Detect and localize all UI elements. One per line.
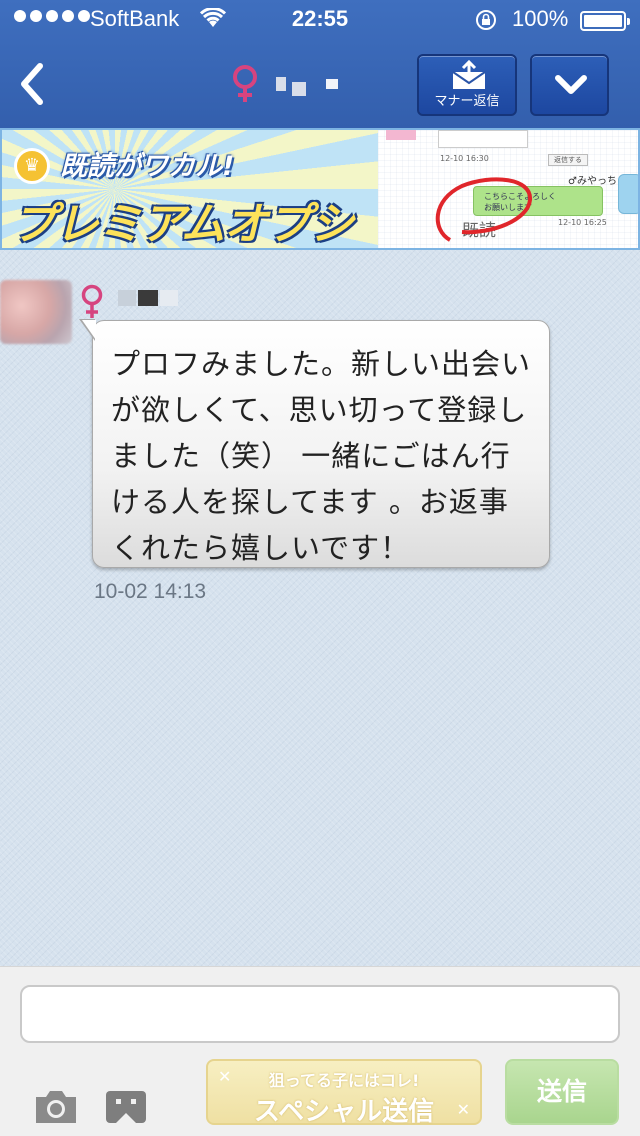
composer-bar: ✕ ✕ 狙ってる子にはコレ! スペシャル送信 送信 xyxy=(0,966,640,1136)
status-bar: SoftBank 22:55 100% xyxy=(0,0,640,40)
manner-reply-label: マナー返信 xyxy=(434,94,500,109)
partner-name-mosaic xyxy=(276,72,338,96)
preview-reply-button: 返信する xyxy=(548,154,588,166)
chat-partner-title xyxy=(228,64,338,104)
message-text: プロフみました。新しい出会いが欲しくて、思い切って登録しました（笑） 一緒にごは… xyxy=(111,347,532,565)
preview-avatar xyxy=(618,174,638,214)
special-send-caption: 狙ってる子にはコレ! xyxy=(268,1071,420,1090)
banner-artwork: ♛ 既読がワカル! プレミアムオプション xyxy=(2,130,378,248)
preview-time: 12-10 16:25 xyxy=(558,218,607,227)
lock-rotation-icon xyxy=(476,10,496,30)
sparkle-icon: ✕ xyxy=(218,1067,232,1086)
menu-dropdown-button[interactable] xyxy=(530,54,609,116)
sparkle-icon: ✕ xyxy=(456,1100,470,1119)
received-message-bubble[interactable]: プロフみました。新しい出会いが欲しくて、思い切って登録しました（笑） 一緒にごは… xyxy=(79,319,550,568)
message-input[interactable] xyxy=(20,985,620,1043)
preview-avatar xyxy=(386,130,416,140)
back-chevron-left-icon[interactable] xyxy=(12,58,52,110)
sender-name-mosaic xyxy=(118,290,178,306)
battery-percent: 100% xyxy=(512,6,569,31)
preview-sender-name: ♂みやっち xyxy=(568,176,617,187)
partner-avatar[interactable] xyxy=(0,280,72,344)
battery-icon xyxy=(580,11,630,31)
header: SoftBank 22:55 100% マナー返信 xyxy=(0,0,640,128)
send-button[interactable]: 送信 xyxy=(505,1059,619,1125)
banner-headline: プレミアムオプション xyxy=(12,199,354,250)
female-icon xyxy=(81,284,103,318)
preview-time: 12-10 16:30 xyxy=(440,154,489,163)
preview-bubble xyxy=(438,130,528,148)
banner-tagline: 既読がワカル! xyxy=(60,151,235,182)
manner-reply-button[interactable]: マナー返信 xyxy=(417,54,517,116)
special-send-label: スペシャル送信 xyxy=(253,1097,435,1127)
stamp-icon[interactable] xyxy=(104,1089,148,1125)
mail-upload-icon xyxy=(452,60,486,89)
female-icon xyxy=(233,65,257,102)
crown-icon: ♛ xyxy=(14,148,50,184)
message-timestamp: 10-02 14:13 xyxy=(94,580,207,603)
chevron-down-icon xyxy=(555,75,587,94)
banner-chat-preview: 12-10 16:30 返信する ♂みやっち こちらこそよろしく お願いします … xyxy=(378,130,638,248)
camera-icon[interactable] xyxy=(32,1087,80,1125)
highlight-circle xyxy=(435,177,532,242)
special-send-button[interactable]: ✕ ✕ 狙ってる子にはコレ! スペシャル送信 xyxy=(206,1059,482,1127)
chat-area[interactable]: プロフみました。新しい出会いが欲しくて、思い切って登録しました（笑） 一緒にごは… xyxy=(0,250,640,966)
premium-option-banner[interactable]: ♛ 既読がワカル! プレミアムオプション 12-10 16:30 返信する ♂み… xyxy=(0,128,640,250)
